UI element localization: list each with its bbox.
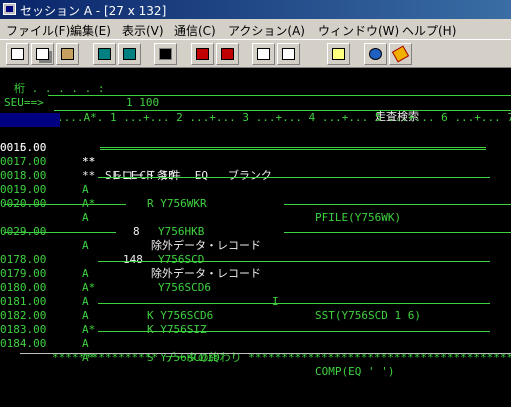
clipboard-button[interactable]: [327, 43, 350, 65]
copy-icon: [36, 48, 49, 60]
send-file-icon: [98, 48, 111, 60]
menu-comm[interactable]: 通信(C): [174, 22, 216, 39]
title-bar: セッション A - [27 x 132]: [0, 0, 511, 19]
comment-rule: [98, 331, 490, 332]
paste-button[interactable]: [56, 43, 79, 65]
source-line: 0183.00 A S Y756RCDID COMP(EQ ' '): [0, 309, 511, 378]
source-line: 0029.00 A Y756SCD: [0, 211, 511, 266]
ruler-row: FMT A* .....A*. 1 ...+... 2 ...+... 3 ..…: [0, 97, 511, 124]
source-line: 0182.00 A*: [0, 295, 511, 336]
double-rule: [100, 147, 486, 150]
macro-record-button[interactable]: [191, 43, 214, 65]
header-row: 桁 . . . . . : 1 100 走査検索: [0, 68, 511, 123]
macro-play-icon: [257, 48, 270, 60]
source-line: 0184.00 A*: [0, 323, 511, 364]
terminal-screen[interactable]: 桁 . . . . . : 1 100 走査検索 SEU==> FMT A* .…: [0, 68, 511, 407]
display-setup-icon: [159, 48, 172, 60]
tag-icon: [391, 45, 410, 63]
window-title: セッション A - [27 x 132]: [20, 4, 167, 18]
copy-button[interactable]: [31, 43, 54, 65]
comment-rule: [98, 261, 490, 262]
clipboard-icon: [332, 48, 345, 60]
macro-play-button[interactable]: [252, 43, 275, 65]
globe-button[interactable]: [364, 43, 387, 65]
seu-input-underline[interactable]: [48, 95, 511, 96]
source-line: 0019.00 A*: [0, 169, 511, 210]
print-screen-button[interactable]: [6, 43, 29, 65]
macro-pause-button[interactable]: [277, 43, 300, 65]
source-line: 0015.00 ** SELECT条件: [0, 113, 511, 182]
source-line: 0020.00 A Y756HKB: [0, 183, 511, 238]
menu-file[interactable]: ファイル(F): [6, 22, 70, 39]
toolbar: [0, 39, 511, 68]
excluded-rule-left: [4, 204, 126, 205]
excluded-rule-left: [4, 232, 116, 233]
print-screen-icon: [11, 48, 24, 60]
macro-pause-icon: [282, 48, 295, 60]
source-line: 0178.00 A Y756SCD6 I SST(Y756SCD 1 6): [0, 239, 511, 322]
source-line: 0179.00 A*: [0, 253, 511, 294]
send-file-button[interactable]: [93, 43, 116, 65]
excluded-rule-right: [284, 204, 511, 205]
comment-rule: [98, 177, 490, 178]
seu-row: SEU==>: [0, 82, 511, 109]
source-line: 0016.00 ** レコード ID EQ ブランク: [0, 127, 511, 182]
excluded-records-row[interactable]: 148 除外データ・レコード: [0, 225, 511, 280]
keyword: COMP(EQ ' '): [315, 365, 395, 378]
macro-stop-button[interactable]: [216, 43, 239, 65]
end-of-data-row: **************** データの終わり ***************…: [0, 337, 511, 364]
menu-action[interactable]: アクション(A): [228, 22, 305, 39]
menu-edit[interactable]: 編集(E): [70, 22, 111, 39]
excluded-rule-right: [284, 232, 511, 233]
source-line: 0181.00 A K Y756SIZ: [0, 281, 511, 336]
menu-window[interactable]: ウィンドウ(W): [318, 22, 399, 39]
app-icon[interactable]: [3, 3, 16, 15]
cursor-highlight: [0, 113, 60, 127]
source-line: 0180.00 A K Y756SCD6: [0, 267, 511, 322]
display-setup-button[interactable]: [154, 43, 177, 65]
globe-icon: [369, 48, 382, 60]
receive-file-icon: [123, 48, 136, 60]
source-line: 0018.00 A R Y756WKR PFILE(Y756WK): [0, 155, 511, 224]
receive-file-button[interactable]: [118, 43, 141, 65]
menu-help[interactable]: ヘルプ(H): [402, 22, 456, 39]
tag-button[interactable]: [389, 43, 412, 65]
comment-rule: [98, 303, 490, 304]
macro-record-icon: [196, 48, 209, 60]
menu-view[interactable]: 表示(V): [122, 22, 164, 39]
menu-bar: ファイル(F) 編集(E) 表示(V) 通信(C) アクション(A) ウィンドウ…: [0, 19, 511, 39]
macro-stop-icon: [221, 48, 234, 60]
screen-underline: [20, 353, 511, 354]
excluded-records-row[interactable]: 8 除外データ・レコード: [0, 197, 511, 252]
ruler-underline: [54, 110, 511, 111]
paste-icon: [61, 48, 74, 60]
